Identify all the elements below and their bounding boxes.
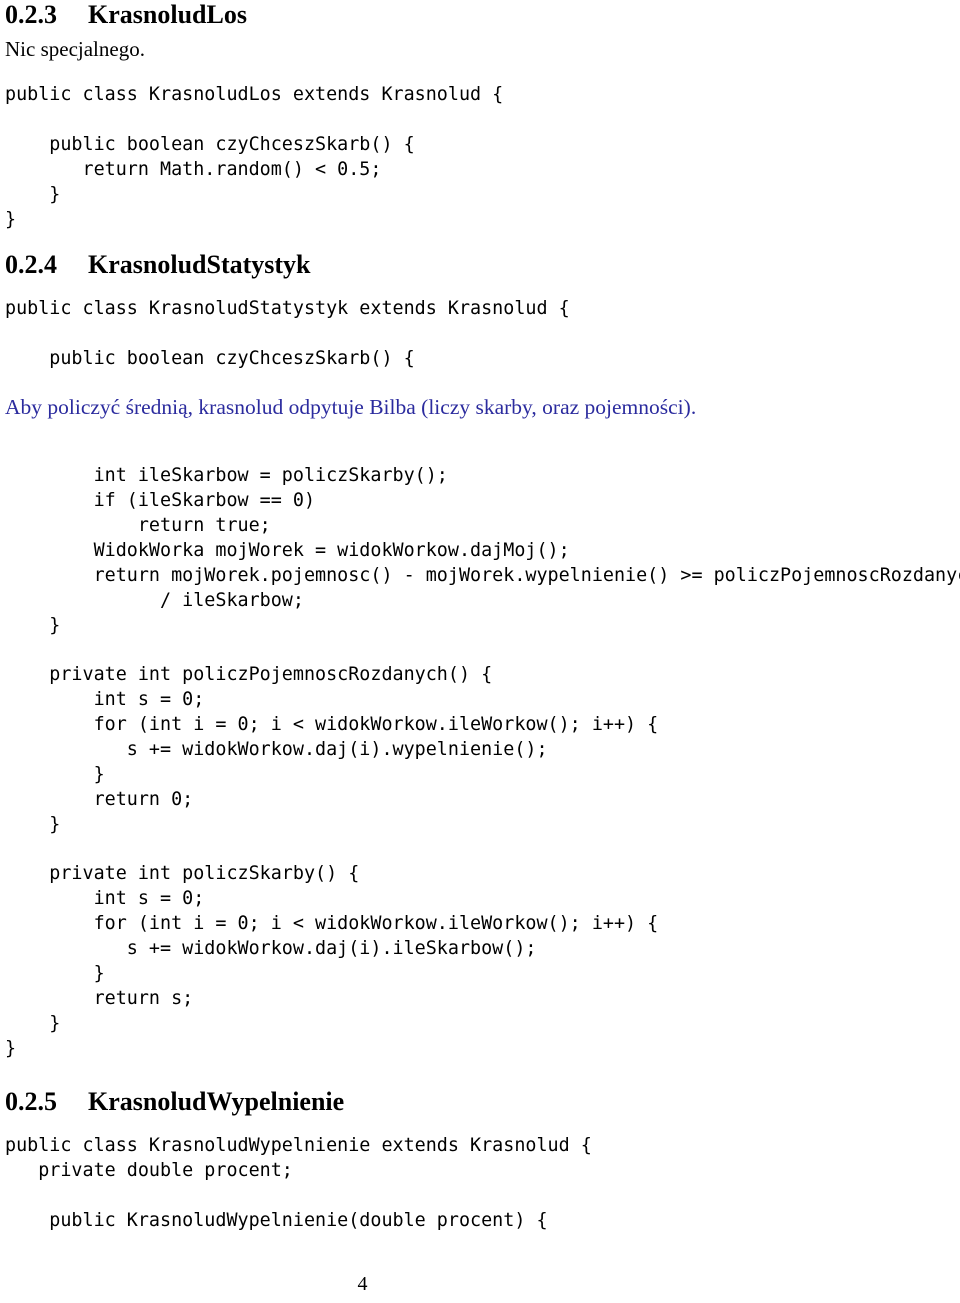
section-heading-0-2-4: 0.2.4 KrasnoludStatystyk <box>5 250 311 280</box>
section-number: 0.2.5 <box>5 1087 57 1116</box>
section-heading-0-2-5: 0.2.5 KrasnoludWypelnienie <box>5 1087 344 1117</box>
code-block-krasnoludwypelnienie-head: public class KrasnoludWypelnienie extend… <box>5 1135 592 1231</box>
code-block-czychceszskarb-body: int ileSkarbow = policzSkarby(); if (ile… <box>49 465 960 636</box>
section-number: 0.2.3 <box>5 0 57 29</box>
code-block-krasnoludlos: public class KrasnoludLos extends Krasno… <box>5 84 504 230</box>
section-note-0-2-3: Nic specjalnego. <box>5 37 145 61</box>
section-title: KrasnoludStatystyk <box>88 250 311 279</box>
code-block-statystyk-head: public class KrasnoludStatystyk extends … <box>5 298 570 369</box>
code-block-policzpojemnoscrozdanych: private int policzPojemnoscRozdanych() {… <box>49 664 659 835</box>
document-page: 0.2.3 KrasnoludLos Nic specjalnego. publ… <box>0 0 960 1303</box>
section-number: 0.2.4 <box>5 250 57 279</box>
blue-annotation-note: Aby policzyć średnią, krasnolud odpytuje… <box>5 395 697 419</box>
section-title: KrasnoludWypelnienie <box>88 1087 345 1116</box>
section-title: KrasnoludLos <box>88 0 247 29</box>
code-block-policzskarby: private int policzSkarby() { int s = 0; … <box>5 863 659 1059</box>
section-heading-0-2-3: 0.2.3 KrasnoludLos <box>5 0 247 30</box>
page-number: 4 <box>357 1273 368 1295</box>
